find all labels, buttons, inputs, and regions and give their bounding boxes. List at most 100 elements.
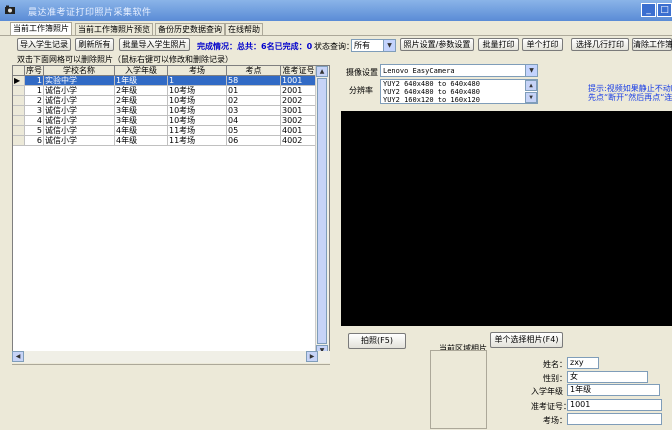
ticket-field[interactable]: 1001	[567, 399, 662, 411]
cell-site[interactable]: 05	[226, 125, 281, 136]
grid-horizontal-scrollbar[interactable]: ◀ ▶	[12, 351, 330, 363]
cell-ticket[interactable]: 1001	[280, 75, 317, 86]
tab-current-photos[interactable]: 当前工作簿照片	[10, 22, 72, 35]
cell-site[interactable]: 04	[226, 115, 281, 126]
cell-ticket[interactable]: 4002	[280, 135, 317, 146]
table-row[interactable]: 3 诚信小学 3年级 10考场 03 3001 3	[13, 105, 328, 116]
resolution-list[interactable]: YUY2 640x480 to 640x480 YUY2 640x480 to …	[380, 79, 538, 104]
cell-school[interactable]: 实验中学	[43, 75, 115, 86]
grid-hint: 双击下面网格可以删除照片（鼠标右键可以修改和删除记录）	[17, 55, 233, 64]
resolution-option[interactable]: YUY2 160x120 to 160x120	[383, 96, 537, 104]
gender-field[interactable]: 女	[567, 371, 648, 383]
cell-room[interactable]: 10考场	[167, 85, 227, 96]
col-header-grade[interactable]: 入学年级	[114, 66, 168, 76]
cell-ticket[interactable]: 3001	[280, 105, 317, 116]
cell-room[interactable]: 1	[167, 75, 227, 86]
cell-grade[interactable]: 2年级	[114, 85, 168, 96]
col-header-room[interactable]: 考场	[167, 66, 227, 76]
cell-grade[interactable]: 4年级	[114, 135, 168, 146]
cell-grade[interactable]: 3年级	[114, 115, 168, 126]
table-row[interactable]: ▶ 1 实验中学 1年级 1 58 1001 p	[13, 75, 328, 86]
cell-room[interactable]: 10考场	[167, 105, 227, 116]
cell-ticket[interactable]: 3002	[280, 115, 317, 126]
cell-site[interactable]: 03	[226, 105, 281, 116]
cell-grade[interactable]: 4年级	[114, 125, 168, 136]
cell-ticket[interactable]: 4001	[280, 125, 317, 136]
clear-workbook-button[interactable]: 清除工作簿	[632, 38, 672, 51]
cell-school[interactable]: 诚信小学	[43, 125, 115, 136]
select-rows-print-button[interactable]: 选择几行打印	[571, 38, 629, 51]
cell-room[interactable]: 11考场	[167, 135, 227, 146]
resolution-option[interactable]: YUY2 640x480 to 640x480	[383, 88, 537, 96]
table-row[interactable]: 4 诚信小学 3年级 10考场 04 3002 f	[13, 115, 328, 126]
col-header-index[interactable]: 序号	[24, 66, 44, 76]
ticket-label: 准考证号：	[531, 402, 571, 411]
cell-grade[interactable]: 2年级	[114, 95, 168, 106]
cell-room[interactable]: 10考场	[167, 95, 227, 106]
photo-settings-button[interactable]: 照片设置/参数设置	[400, 38, 474, 51]
tab-history-query[interactable]: 备份历史数据查询	[155, 23, 225, 35]
completion-status: 完成情况：总共：6名已完成：0	[197, 42, 313, 51]
name-field[interactable]: zxy	[567, 357, 599, 369]
room-field[interactable]	[567, 413, 662, 425]
cell-index[interactable]: 2	[24, 95, 44, 106]
cell-school[interactable]: 诚信小学	[43, 85, 115, 96]
cell-grade[interactable]: 1年级	[114, 75, 168, 86]
video-preview[interactable]	[341, 111, 672, 326]
col-header-school[interactable]: 学校名称	[43, 66, 115, 76]
scroll-left-icon[interactable]: ◀	[12, 351, 24, 362]
scroll-thumb[interactable]	[317, 78, 327, 344]
cell-school[interactable]: 诚信小学	[43, 135, 115, 146]
cell-site[interactable]: 01	[226, 85, 281, 96]
cell-school[interactable]: 诚信小学	[43, 105, 115, 116]
col-header-site[interactable]: 考点	[226, 66, 281, 76]
grid-vertical-scrollbar[interactable]: ▲ ▼	[315, 66, 329, 358]
cell-grade[interactable]: 3年级	[114, 105, 168, 116]
status-query-value: 所有	[354, 41, 370, 50]
minimize-button[interactable]: _	[641, 3, 656, 17]
resolution-option[interactable]: YUY2 640x480 to 640x480	[383, 80, 537, 88]
cell-room[interactable]: 10考场	[167, 115, 227, 126]
cell-school[interactable]: 诚信小学	[43, 95, 115, 106]
camera-device-select[interactable]: Lenovo EasyCamera ▼	[380, 64, 538, 77]
maximize-button[interactable]: □	[657, 3, 672, 17]
cell-index[interactable]: 1	[24, 75, 44, 86]
cell-index[interactable]: 1	[24, 85, 44, 96]
scroll-down-icon[interactable]: ▼	[525, 92, 537, 103]
tab-online-help[interactable]: 在线帮助	[225, 23, 263, 35]
status-query-select[interactable]: 所有 ▼	[351, 39, 396, 52]
batch-import-photos-button[interactable]: 批量导入学生照片	[119, 38, 190, 51]
single-print-button[interactable]: 单个打印	[522, 38, 563, 51]
students-grid[interactable]: 序号 学校名称 入学年级 考场 考点 准考证号 照 ▶ 1 实验中学 1年级 1…	[12, 65, 330, 359]
table-row[interactable]: 2 诚信小学 2年级 10考场 02 2002 e	[13, 95, 328, 106]
grade-field[interactable]: 1年级	[567, 384, 660, 396]
cell-site[interactable]: 58	[226, 75, 281, 86]
select-photo-button[interactable]: 单个选择相片(F4)	[490, 332, 563, 348]
col-header-ticket[interactable]: 准考证号	[280, 66, 317, 76]
cell-school[interactable]: 诚信小学	[43, 115, 115, 126]
cell-site[interactable]: 02	[226, 95, 281, 106]
table-row[interactable]: 5 诚信小学 4年级 11考场 05 4001 f	[13, 125, 328, 136]
scroll-right-icon[interactable]: ▶	[306, 351, 318, 362]
capture-button[interactable]: 拍照(F5)	[348, 333, 406, 349]
cell-ticket[interactable]: 2001	[280, 85, 317, 96]
cell-index[interactable]: 4	[24, 115, 44, 126]
chevron-down-icon: ▼	[525, 65, 537, 76]
batch-print-button[interactable]: 批量打印	[478, 38, 519, 51]
cell-site[interactable]: 06	[226, 135, 281, 146]
table-row[interactable]: 1 诚信小学 2年级 10考场 01 2001 i	[13, 85, 328, 96]
cell-index[interactable]: 3	[24, 105, 44, 116]
cell-index[interactable]: 6	[24, 135, 44, 146]
scroll-up-icon[interactable]: ▲	[316, 66, 328, 77]
cell-index[interactable]: 5	[24, 125, 44, 136]
refresh-all-button[interactable]: 刷新所有	[75, 38, 114, 51]
tab-photo-preview[interactable]: 当前工作簿照片预览	[75, 23, 153, 35]
status-query-label: 状态查询：	[314, 42, 354, 51]
import-students-button[interactable]: 导入学生记录	[17, 38, 71, 51]
photo-area[interactable]	[430, 350, 487, 429]
scroll-up-icon[interactable]: ▲	[525, 80, 537, 91]
row-pointer-icon: ▶	[13, 75, 25, 86]
cell-ticket[interactable]: 2002	[280, 95, 317, 106]
table-row[interactable]: 6 诚信小学 4年级 11考场 06 4002 :	[13, 135, 328, 146]
cell-room[interactable]: 11考场	[167, 125, 227, 136]
